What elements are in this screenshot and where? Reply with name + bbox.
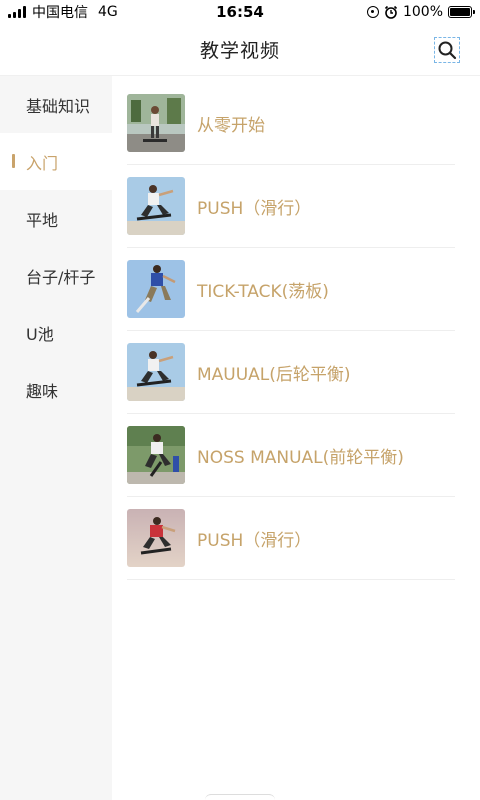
nav-bar: 教学视频	[0, 24, 480, 76]
video-thumbnail	[127, 260, 185, 318]
video-list-item[interactable]: NOSS MANUAL(前轮平衡)	[127, 414, 455, 497]
video-list-item[interactable]: PUSH（滑行）	[127, 165, 455, 248]
video-thumbnail	[127, 426, 185, 484]
search-icon	[438, 41, 457, 60]
category-sidebar: 基础知识 入门 平地 台子/杆子 U池 趣味	[0, 76, 112, 800]
battery-percent: 100%	[402, 4, 443, 20]
video-thumbnail	[127, 94, 185, 152]
sidebar-item-label: 入门	[26, 153, 59, 173]
sidebar-item-bowl[interactable]: U池	[0, 304, 112, 361]
video-title: TICK-TACK(荡板)	[197, 281, 329, 302]
sidebar-item-fun[interactable]: 趣味	[0, 361, 112, 418]
video-list-item[interactable]: MAUUAL(后轮平衡)	[127, 331, 455, 414]
sidebar-item-label: 台子/杆子	[26, 267, 96, 287]
sidebar-item-label: 趣味	[26, 381, 59, 401]
video-title: PUSH（滑行）	[197, 198, 312, 219]
network-label: 4G	[98, 4, 118, 20]
video-title: NOSS MANUAL(前轮平衡)	[197, 447, 404, 468]
video-list-item[interactable]: PUSH（滑行）	[127, 497, 455, 580]
status-left: 中国电信 4G	[8, 2, 118, 22]
home-indicator	[205, 794, 275, 800]
sidebar-item-label: 基础知识	[26, 96, 91, 116]
sidebar-item-label: U池	[26, 324, 54, 344]
status-right: 100%	[366, 4, 475, 20]
video-title: 从零开始	[197, 115, 265, 136]
sidebar-item-basics[interactable]: 基础知识	[0, 76, 112, 133]
video-title: MAUUAL(后轮平衡)	[197, 364, 351, 385]
orientation-lock-icon	[366, 6, 379, 18]
status-bar: 中国电信 4G 16:54 100%	[0, 0, 480, 24]
video-thumbnail	[127, 177, 185, 235]
video-list: 从零开始 PUSH（滑行） TICK-TACK(荡板) MAUUAL(后轮平衡)…	[112, 76, 480, 800]
video-thumbnail	[127, 509, 185, 567]
page-title: 教学视频	[199, 40, 280, 62]
video-thumbnail	[127, 343, 185, 401]
carrier-label: 中国电信	[32, 5, 88, 21]
video-list-item[interactable]: TICK-TACK(荡板)	[127, 248, 455, 331]
sidebar-item-flatground[interactable]: 平地	[0, 190, 112, 247]
signal-icon	[8, 6, 26, 18]
sidebar-item-beginner[interactable]: 入门	[0, 133, 112, 190]
video-list-item[interactable]: 从零开始	[127, 82, 455, 165]
alarm-icon	[384, 5, 398, 19]
sidebar-item-ledge-rail[interactable]: 台子/杆子	[0, 247, 112, 304]
sidebar-item-label: 平地	[26, 210, 59, 230]
video-title: PUSH（滑行）	[197, 530, 312, 551]
battery-icon	[448, 6, 475, 18]
search-button[interactable]	[434, 37, 460, 63]
